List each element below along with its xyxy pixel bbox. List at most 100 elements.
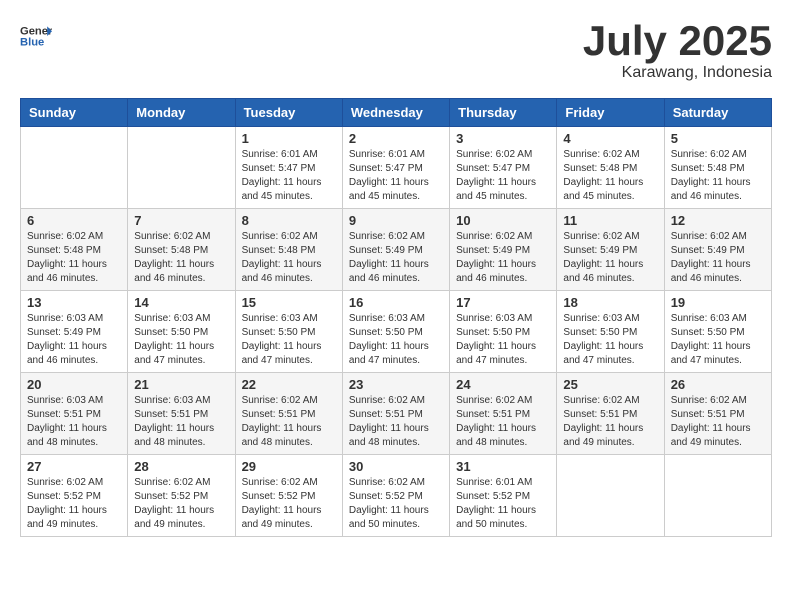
calendar-cell: 1 Sunrise: 6:01 AM Sunset: 5:47 PM Daylig… — [235, 127, 342, 209]
weekday-header-row: SundayMondayTuesdayWednesdayThursdayFrid… — [21, 99, 772, 127]
day-number: 25 — [563, 377, 657, 392]
day-number: 3 — [456, 131, 550, 146]
day-info: Sunrise: 6:02 AM Sunset: 5:51 PM Dayligh… — [242, 394, 336, 450]
calendar-cell: 23Sunrise: 6:02 AM Sunset: 5:51 PM Dayli… — [342, 373, 449, 455]
calendar-cell — [21, 127, 128, 209]
weekday-header-sunday: Sunday — [21, 99, 128, 127]
weekday-header-wednesday: Wednesday — [342, 99, 449, 127]
calendar-cell: 4 Sunrise: 6:02 AM Sunset: 5:48 PM Daylig… — [557, 127, 664, 209]
day-number: 26 — [671, 377, 765, 392]
day-info: Sunrise: 6:02 AM Sunset: 5:48 PM Dayligh… — [242, 230, 336, 286]
day-info: Sunrise: 6:02 AM Sunset: 5:51 PM Dayligh… — [456, 394, 550, 450]
calendar-cell: 13 Sunrise: 6:03 AM Sunset: 5:49 PM Dayli… — [21, 291, 128, 373]
day-info: Sunrise: 6:02 AM Sunset: 5:48 PM Dayligh… — [671, 148, 765, 204]
calendar-cell: 7 Sunrise: 6:02 AM Sunset: 5:48 PM Daylig… — [128, 209, 235, 291]
day-info: Sunrise: 6:02 AM Sunset: 5:49 PM Dayligh… — [671, 230, 765, 286]
calendar-cell: 3 Sunrise: 6:02 AM Sunset: 5:47 PM Daylig… — [450, 127, 557, 209]
day-number: 6 — [27, 213, 121, 228]
calendar-week-4: 20 Sunrise: 6:03 AM Sunset: 5:51 PM Dayli… — [21, 373, 772, 455]
day-number: 13 — [27, 295, 121, 310]
day-number: 22 — [242, 377, 336, 392]
calendar-cell: 15Sunrise: 6:03 AM Sunset: 5:50 PM Dayli… — [235, 291, 342, 373]
calendar-cell: 11 Sunrise: 6:02 AM Sunset: 5:49 PM Dayli… — [557, 209, 664, 291]
day-number: 16 — [349, 295, 443, 310]
day-number: 29 — [242, 459, 336, 474]
calendar-cell: 26 Sunrise: 6:02 AM Sunset: 5:51 PM Dayli… — [664, 373, 771, 455]
day-number: 30 — [349, 459, 443, 474]
calendar-cell — [557, 455, 664, 537]
calendar-week-3: 13 Sunrise: 6:03 AM Sunset: 5:49 PM Dayli… — [21, 291, 772, 373]
calendar-cell: 10 Sunrise: 6:02 AM Sunset: 5:49 PM Dayli… — [450, 209, 557, 291]
calendar-cell: 22 Sunrise: 6:02 AM Sunset: 5:51 PM Dayli… — [235, 373, 342, 455]
month-title: July 2025 — [583, 20, 772, 62]
day-number: 12 — [671, 213, 765, 228]
weekday-header-thursday: Thursday — [450, 99, 557, 127]
calendar-cell: 31 Sunrise: 6:01 AM Sunset: 5:52 PM Dayli… — [450, 455, 557, 537]
calendar-cell: 21 Sunrise: 6:03 AM Sunset: 5:51 PM Dayli… — [128, 373, 235, 455]
day-info: Sunrise: 6:02 AM Sunset: 5:49 PM Dayligh… — [456, 230, 550, 286]
calendar-cell — [128, 127, 235, 209]
day-info: Sunrise: 6:02 AM Sunset: 5:52 PM Dayligh… — [27, 476, 121, 532]
calendar-cell: 24 Sunrise: 6:02 AM Sunset: 5:51 PM Dayli… — [450, 373, 557, 455]
calendar-cell: 2 Sunrise: 6:01 AM Sunset: 5:47 PM Daylig… — [342, 127, 449, 209]
weekday-header-tuesday: Tuesday — [235, 99, 342, 127]
calendar-cell: 20 Sunrise: 6:03 AM Sunset: 5:51 PM Dayli… — [21, 373, 128, 455]
day-info: Sunrise: 6:03 AM Sunset: 5:49 PM Dayligh… — [27, 312, 121, 368]
day-info: Sunrise: 6:03 AM Sunset: 5:51 PM Dayligh… — [27, 394, 121, 450]
page-header: General Blue July 2025 Karawang, Indones… — [20, 20, 772, 82]
day-info: Sunrise: 6:02 AM Sunset: 5:48 PM Dayligh… — [27, 230, 121, 286]
day-number: 18 — [563, 295, 657, 310]
day-info: Sunrise: 6:01 AM Sunset: 5:47 PM Dayligh… — [349, 148, 443, 204]
calendar-week-5: 27 Sunrise: 6:02 AM Sunset: 5:52 PM Dayli… — [21, 455, 772, 537]
calendar-week-1: 1 Sunrise: 6:01 AM Sunset: 5:47 PM Daylig… — [21, 127, 772, 209]
day-number: 28 — [134, 459, 228, 474]
weekday-header-saturday: Saturday — [664, 99, 771, 127]
weekday-header-monday: Monday — [128, 99, 235, 127]
day-number: 10 — [456, 213, 550, 228]
day-number: 11 — [563, 213, 657, 228]
calendar-cell: 6 Sunrise: 6:02 AM Sunset: 5:48 PM Daylig… — [21, 209, 128, 291]
day-number: 14 — [134, 295, 228, 310]
calendar-table: SundayMondayTuesdayWednesdayThursdayFrid… — [20, 98, 772, 537]
day-info: Sunrise: 6:02 AM Sunset: 5:51 PM Dayligh… — [671, 394, 765, 450]
day-number: 7 — [134, 213, 228, 228]
day-info: Sunrise: 6:01 AM Sunset: 5:52 PM Dayligh… — [456, 476, 550, 532]
calendar-cell: 9Sunrise: 6:02 AM Sunset: 5:49 PM Daylig… — [342, 209, 449, 291]
day-info: Sunrise: 6:02 AM Sunset: 5:48 PM Dayligh… — [134, 230, 228, 286]
day-number: 31 — [456, 459, 550, 474]
day-info: Sunrise: 6:02 AM Sunset: 5:51 PM Dayligh… — [563, 394, 657, 450]
calendar-cell: 14Sunrise: 6:03 AM Sunset: 5:50 PM Dayli… — [128, 291, 235, 373]
calendar-cell: 17Sunrise: 6:03 AM Sunset: 5:50 PM Dayli… — [450, 291, 557, 373]
day-info: Sunrise: 6:02 AM Sunset: 5:51 PM Dayligh… — [349, 394, 443, 450]
day-number: 24 — [456, 377, 550, 392]
day-number: 1 — [242, 131, 336, 146]
calendar-cell: 12 Sunrise: 6:02 AM Sunset: 5:49 PM Dayli… — [664, 209, 771, 291]
day-info: Sunrise: 6:01 AM Sunset: 5:47 PM Dayligh… — [242, 148, 336, 204]
calendar-cell: 19Sunrise: 6:03 AM Sunset: 5:50 PM Dayli… — [664, 291, 771, 373]
calendar-cell: 30 Sunrise: 6:02 AM Sunset: 5:52 PM Dayli… — [342, 455, 449, 537]
day-info: Sunrise: 6:03 AM Sunset: 5:50 PM Dayligh… — [242, 312, 336, 368]
day-info: Sunrise: 6:02 AM Sunset: 5:49 PM Dayligh… — [349, 230, 443, 286]
day-info: Sunrise: 6:02 AM Sunset: 5:49 PM Dayligh… — [563, 230, 657, 286]
day-number: 19 — [671, 295, 765, 310]
day-info: Sunrise: 6:03 AM Sunset: 5:51 PM Dayligh… — [134, 394, 228, 450]
calendar-cell: 25 Sunrise: 6:02 AM Sunset: 5:51 PM Dayli… — [557, 373, 664, 455]
day-info: Sunrise: 6:02 AM Sunset: 5:52 PM Dayligh… — [134, 476, 228, 532]
day-number: 4 — [563, 131, 657, 146]
calendar-week-2: 6 Sunrise: 6:02 AM Sunset: 5:48 PM Daylig… — [21, 209, 772, 291]
day-info: Sunrise: 6:02 AM Sunset: 5:48 PM Dayligh… — [563, 148, 657, 204]
logo: General Blue — [20, 20, 54, 52]
day-info: Sunrise: 6:03 AM Sunset: 5:50 PM Dayligh… — [456, 312, 550, 368]
day-number: 2 — [349, 131, 443, 146]
calendar-cell: 5 Sunrise: 6:02 AM Sunset: 5:48 PM Daylig… — [664, 127, 771, 209]
svg-text:Blue: Blue — [20, 37, 44, 49]
calendar-cell: 28 Sunrise: 6:02 AM Sunset: 5:52 PM Dayli… — [128, 455, 235, 537]
generalblue-logo-icon: General Blue — [20, 20, 52, 52]
calendar-cell: 8Sunrise: 6:02 AM Sunset: 5:48 PM Daylig… — [235, 209, 342, 291]
day-info: Sunrise: 6:02 AM Sunset: 5:52 PM Dayligh… — [349, 476, 443, 532]
day-number: 20 — [27, 377, 121, 392]
day-info: Sunrise: 6:02 AM Sunset: 5:47 PM Dayligh… — [456, 148, 550, 204]
day-number: 27 — [27, 459, 121, 474]
day-number: 21 — [134, 377, 228, 392]
day-number: 5 — [671, 131, 765, 146]
